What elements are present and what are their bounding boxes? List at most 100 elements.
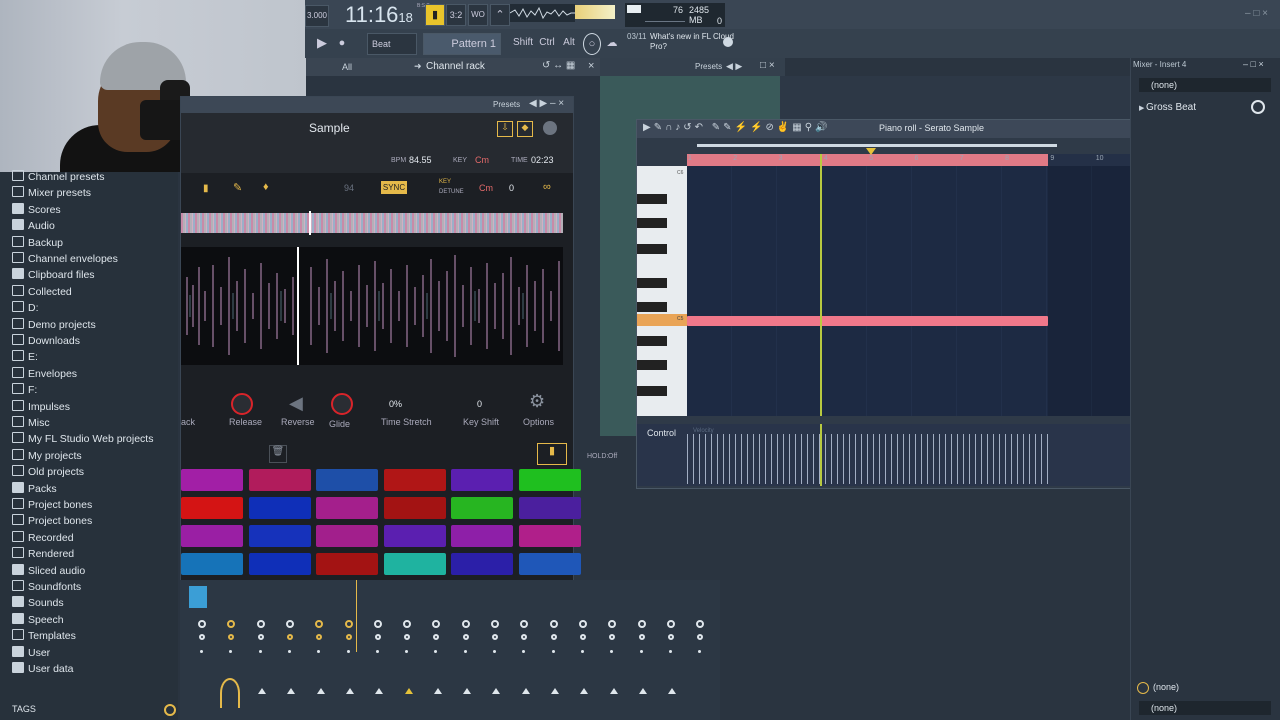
browser-item[interactable]: Collected [12,284,72,301]
browser-item[interactable]: F: [12,383,37,399]
snap-select[interactable]: Beat [367,33,417,55]
pan-knob[interactable] [373,620,382,628]
browser-item[interactable]: Channel presets [12,170,104,186]
route-arrow-icon[interactable] [638,688,647,694]
browser-item[interactable]: Misc [12,416,50,432]
sample-pad[interactable] [518,497,581,519]
pattern-select[interactable]: Pattern 1 [423,33,501,55]
serato-key-select[interactable]: Cm [479,183,493,193]
stereo-knob[interactable] [550,634,557,640]
sample-pad[interactable] [316,497,378,519]
browser-item[interactable]: My FL Studio Web projects [12,432,153,448]
browser-item[interactable]: Rendered [12,547,74,563]
route-arrow-icon[interactable] [521,688,530,694]
browser-item[interactable]: Downloads [12,334,80,350]
sample-pad[interactable] [316,525,378,547]
stereo-knob[interactable] [433,634,440,640]
routing-curve-icon[interactable] [220,678,240,708]
news-close-icon[interactable] [723,37,733,47]
browser-item[interactable]: Templates [12,629,76,645]
route-arrow-icon[interactable] [609,688,618,694]
pan-knob[interactable] [491,620,499,628]
sample-pad[interactable] [248,553,311,575]
pan-knob[interactable] [432,620,441,628]
channel-rack-icons[interactable]: ↺ ↔ ▦ [542,60,575,71]
route-arrow-icon[interactable] [668,688,677,694]
stereo-knob[interactable] [462,634,469,640]
browser-item[interactable]: Recorded [12,530,74,547]
presets-window-icons[interactable]: □ × [760,60,775,71]
route-arrow-icon[interactable] [492,688,501,694]
pan-knob[interactable] [403,620,412,628]
sample-pad[interactable] [383,525,446,547]
sample-pad[interactable] [181,469,243,491]
stereo-knob[interactable] [316,634,323,640]
route-arrow-icon[interactable] [345,688,354,694]
serato-sync-button[interactable]: SYNC [381,181,407,194]
sample-pad[interactable] [451,525,513,547]
route-arrow-icon[interactable] [433,688,442,694]
cloud-icon[interactable]: ☁ [605,33,619,53]
mixer-window-icons[interactable]: – □ × [1243,59,1264,69]
sample-pad[interactable] [181,525,243,547]
stereo-knob[interactable] [667,634,674,640]
wait-input-button[interactable]: WO [468,4,488,26]
browser-item[interactable]: Audio [12,219,55,235]
browser-item[interactable]: Clipboard files [12,268,95,284]
reverse-icon[interactable]: ◀ [289,393,303,414]
serato-tempo-field[interactable]: 94 [344,183,354,193]
stereo-knob[interactable] [492,634,498,640]
serato-trash-icon[interactable]: 🗑 [269,445,287,463]
stereo-knob[interactable] [345,634,352,640]
sample-pad[interactable] [248,497,311,519]
sample-pad[interactable] [316,469,378,491]
browser-item[interactable]: Old projects [12,465,84,481]
pan-knob[interactable] [344,620,353,628]
route-arrow-icon[interactable] [404,688,413,694]
serato-presets-label[interactable]: Presets [493,100,520,109]
sample-pad[interactable] [248,469,311,491]
route-arrow-icon[interactable] [551,688,559,694]
browser-item[interactable]: Project bones [12,514,92,530]
keyshift-value[interactable]: 0 [477,399,482,409]
sample-pad[interactable] [181,553,243,575]
browser-item[interactable]: Backup [12,235,63,252]
browser-item[interactable]: Channel envelopes [12,252,118,268]
pan-knob[interactable] [285,620,294,628]
serato-shield-icon[interactable]: ◆ [517,121,533,137]
sample-pad[interactable] [383,497,446,519]
browser-item[interactable]: Impulses [12,399,70,416]
route-arrow-icon[interactable] [580,688,589,694]
mixer-insert-knob-icon[interactable] [1251,100,1265,114]
serato-pencil-icon[interactable]: ✎ [233,181,242,194]
stereo-knob[interactable] [374,634,381,640]
stereo-knob[interactable] [521,634,528,640]
browser-item[interactable]: Sliced audio [12,563,85,580]
serato-main-waveform[interactable] [181,247,563,365]
serato-window-icons[interactable]: ◀ ▶ – × [529,98,564,109]
pan-knob[interactable] [637,620,646,628]
serato-keys-mode-icon[interactable]: ▮ [537,443,567,465]
channel-rack-close-icon[interactable]: × [588,60,594,72]
browser-item[interactable]: User [12,645,50,662]
control-label[interactable]: Control [647,428,676,438]
piano-roll-tool-icons[interactable]: ▶✎∩♪↺↶ ✎✎⚡⚡⊘✌▦⚲🔊 [643,122,831,133]
stereo-knob[interactable] [257,634,264,640]
sample-pad[interactable] [518,553,581,575]
mixer-slot-bottom-1[interactable]: (none) [1141,680,1273,694]
stereo-knob[interactable] [286,634,293,640]
mixer-scrollbar[interactable] [1265,118,1275,418]
stretch-value[interactable]: 0% [389,399,402,409]
online-news-icon[interactable]: ○ [583,33,601,55]
channel-rack-title[interactable]: Channel rack [426,61,485,72]
pan-knob[interactable] [608,620,617,628]
browser-item[interactable]: Demo projects [12,317,96,334]
playhead-marker-icon[interactable] [866,148,876,155]
pan-knob[interactable] [549,620,558,628]
browser-item[interactable]: Envelopes [12,366,77,383]
channel-rack-filter[interactable]: All [342,62,352,72]
pan-knob[interactable] [461,620,470,628]
hold-value[interactable]: Off [608,453,617,460]
presets-label[interactable]: Presets [695,62,722,71]
browser-item[interactable]: My projects [12,448,82,465]
